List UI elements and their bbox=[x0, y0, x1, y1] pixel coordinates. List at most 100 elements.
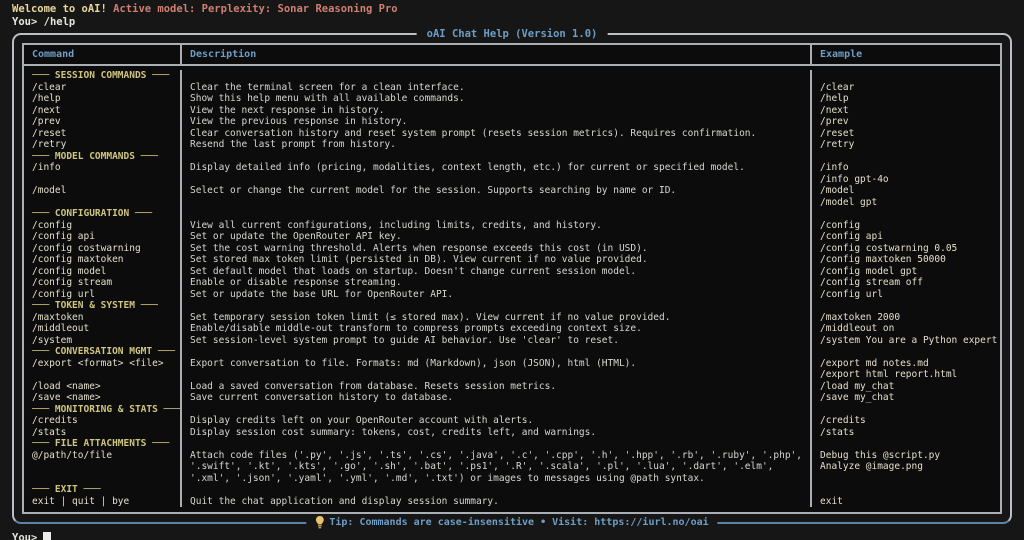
cell-cmd: ─── CONFIGURATION ─── bbox=[24, 208, 182, 220]
terminal-screen: Welcome to oAI! Active model: Perplexity… bbox=[0, 0, 1024, 540]
cell-desc: Display detailed info (pricing, modaliti… bbox=[182, 162, 812, 174]
cell-cmd: /config maxtoken bbox=[24, 254, 182, 266]
cell-ex: /info bbox=[812, 162, 1000, 174]
table-row: /config apiSet or update the OpenRouter … bbox=[24, 231, 1000, 243]
table-row: /infoDisplay detailed info (pricing, mod… bbox=[24, 162, 1000, 174]
cell-cmd bbox=[24, 461, 182, 473]
cell-ex: /config costwarning 0.05 bbox=[812, 243, 1000, 255]
table-row: '.xml', '.json', '.yaml', '.yml', '.md',… bbox=[24, 473, 1000, 485]
cell-cmd: ─── TOKEN & SYSTEM ─── bbox=[24, 300, 182, 312]
cell-cmd bbox=[24, 174, 182, 186]
cell-cmd: /reset bbox=[24, 128, 182, 140]
table-row: /retryResend the last prompt from histor… bbox=[24, 139, 1000, 151]
table-row: exit | quit | byeQuit the chat applicati… bbox=[24, 496, 1000, 508]
cell-ex: /next bbox=[812, 105, 1000, 117]
cell-cmd: /system bbox=[24, 335, 182, 347]
table-row: @/path/to/fileAttach code files ('.py', … bbox=[24, 450, 1000, 462]
lightbulb-icon bbox=[315, 516, 324, 529]
cell-desc: Set default model that loads on startup.… bbox=[182, 266, 812, 278]
table-row: /config urlSet or update the base URL fo… bbox=[24, 289, 1000, 301]
cell-ex: /retry bbox=[812, 139, 1000, 151]
cell-cmd: ─── MONITORING & STATS ─── bbox=[24, 404, 182, 416]
cell-cmd: exit | quit | bye bbox=[24, 496, 182, 508]
table-header-row: Command Description Example bbox=[24, 45, 1000, 66]
cell-desc: Export conversation to file. Formats: md… bbox=[182, 358, 812, 370]
table-row: /clearClear the terminal screen for a cl… bbox=[24, 82, 1000, 94]
cell-cmd: /retry bbox=[24, 139, 182, 151]
cell-cmd: /export <format> <file> bbox=[24, 358, 182, 370]
column-header-command: Command bbox=[24, 45, 182, 64]
table-row: /nextView the next response in history./… bbox=[24, 105, 1000, 117]
cell-cmd: /help bbox=[24, 93, 182, 105]
cell-cmd bbox=[24, 369, 182, 381]
section-row: ─── SESSION COMMANDS ─── bbox=[24, 70, 1000, 82]
cell-cmd: /stats bbox=[24, 427, 182, 439]
cell-cmd: ─── CONVERSATION MGMT ─── bbox=[24, 346, 182, 358]
cell-cmd: /info bbox=[24, 162, 182, 174]
table-row: /load <name>Load a saved conversation fr… bbox=[24, 381, 1000, 393]
cell-ex: /credits bbox=[812, 415, 1000, 427]
cell-ex bbox=[812, 300, 1000, 312]
cell-ex: /model bbox=[812, 185, 1000, 197]
cell-desc bbox=[182, 438, 812, 450]
cell-desc: '.xml', '.json', '.yaml', '.yml', '.md',… bbox=[182, 473, 812, 485]
panel-title: oAI Chat Help (Version 1.0) bbox=[417, 27, 608, 41]
cell-ex: /save my_chat bbox=[812, 392, 1000, 404]
cell-ex: /maxtoken 2000 bbox=[812, 312, 1000, 324]
cell-desc bbox=[182, 346, 812, 358]
cell-desc: Display credits left on your OpenRouter … bbox=[182, 415, 812, 427]
cell-cmd: /config api bbox=[24, 231, 182, 243]
cell-ex: /config model gpt bbox=[812, 266, 1000, 278]
cell-cmd: /next bbox=[24, 105, 182, 117]
cell-cmd: /clear bbox=[24, 82, 182, 94]
cell-ex: /load my_chat bbox=[812, 381, 1000, 393]
table-row: /export html report.html bbox=[24, 369, 1000, 381]
cell-desc: Save current conversation history to dat… bbox=[182, 392, 812, 404]
cell-desc: Resend the last prompt from history. bbox=[182, 139, 812, 151]
cell-cmd: /config model bbox=[24, 266, 182, 278]
welcome-text: Welcome to oAI! bbox=[12, 3, 107, 15]
cell-ex: /config url bbox=[812, 289, 1000, 301]
cell-desc: Enable/disable middle-out transform to c… bbox=[182, 323, 812, 335]
cell-cmd: /config url bbox=[24, 289, 182, 301]
cell-cmd: ─── EXIT ─── bbox=[24, 484, 182, 496]
cell-cmd: /save <name> bbox=[24, 392, 182, 404]
table-row: /export <format> <file>Export conversati… bbox=[24, 358, 1000, 370]
table-row: /helpShow this help menu with all availa… bbox=[24, 93, 1000, 105]
cell-cmd bbox=[24, 473, 182, 485]
cell-cmd: /config stream bbox=[24, 277, 182, 289]
cell-ex bbox=[812, 473, 1000, 485]
cell-cmd: /config costwarning bbox=[24, 243, 182, 255]
table-row: /config maxtokenSet stored max token lim… bbox=[24, 254, 1000, 266]
prompt-label: You> bbox=[12, 16, 37, 28]
cell-cmd: ─── MODEL COMMANDS ─── bbox=[24, 151, 182, 163]
cell-ex bbox=[812, 438, 1000, 450]
cell-desc: Quit the chat application and display se… bbox=[182, 496, 812, 508]
cell-cmd: /model bbox=[24, 185, 182, 197]
prompt-label-bottom: You> bbox=[12, 531, 37, 540]
table-row: /config modelSet default model that load… bbox=[24, 266, 1000, 278]
section-row: ─── EXIT ─── bbox=[24, 484, 1000, 496]
cell-desc: Show this help menu with all available c… bbox=[182, 93, 812, 105]
cell-desc bbox=[182, 404, 812, 416]
cell-desc bbox=[182, 151, 812, 163]
cell-desc bbox=[182, 369, 812, 381]
text-cursor[interactable] bbox=[43, 532, 51, 540]
cell-ex: /system You are a Python expert bbox=[812, 335, 1000, 347]
cell-cmd: /middleout bbox=[24, 323, 182, 335]
cell-cmd: @/path/to/file bbox=[24, 450, 182, 462]
table-row: /config costwarningSet the cost warning … bbox=[24, 243, 1000, 255]
cell-ex: Debug this @script.py bbox=[812, 450, 1000, 462]
table-row: /middleoutEnable/disable middle-out tran… bbox=[24, 323, 1000, 335]
cell-desc: Display session cost summary: tokens, co… bbox=[182, 427, 812, 439]
cell-desc bbox=[182, 208, 812, 220]
cell-desc bbox=[182, 300, 812, 312]
cell-desc: View the previous response in history. bbox=[182, 116, 812, 128]
cell-cmd: ─── FILE ATTACHMENTS ─── bbox=[24, 438, 182, 450]
table-row: /systemSet session-level system prompt t… bbox=[24, 335, 1000, 347]
section-row: ─── MODEL COMMANDS ─── bbox=[24, 151, 1000, 163]
cell-ex bbox=[812, 208, 1000, 220]
input-prompt-line[interactable]: You> bbox=[12, 531, 1012, 540]
section-row: ─── FILE ATTACHMENTS ─── bbox=[24, 438, 1000, 450]
footer-tip-text: Tip: Commands are case-insensitive • Vis… bbox=[329, 515, 708, 530]
